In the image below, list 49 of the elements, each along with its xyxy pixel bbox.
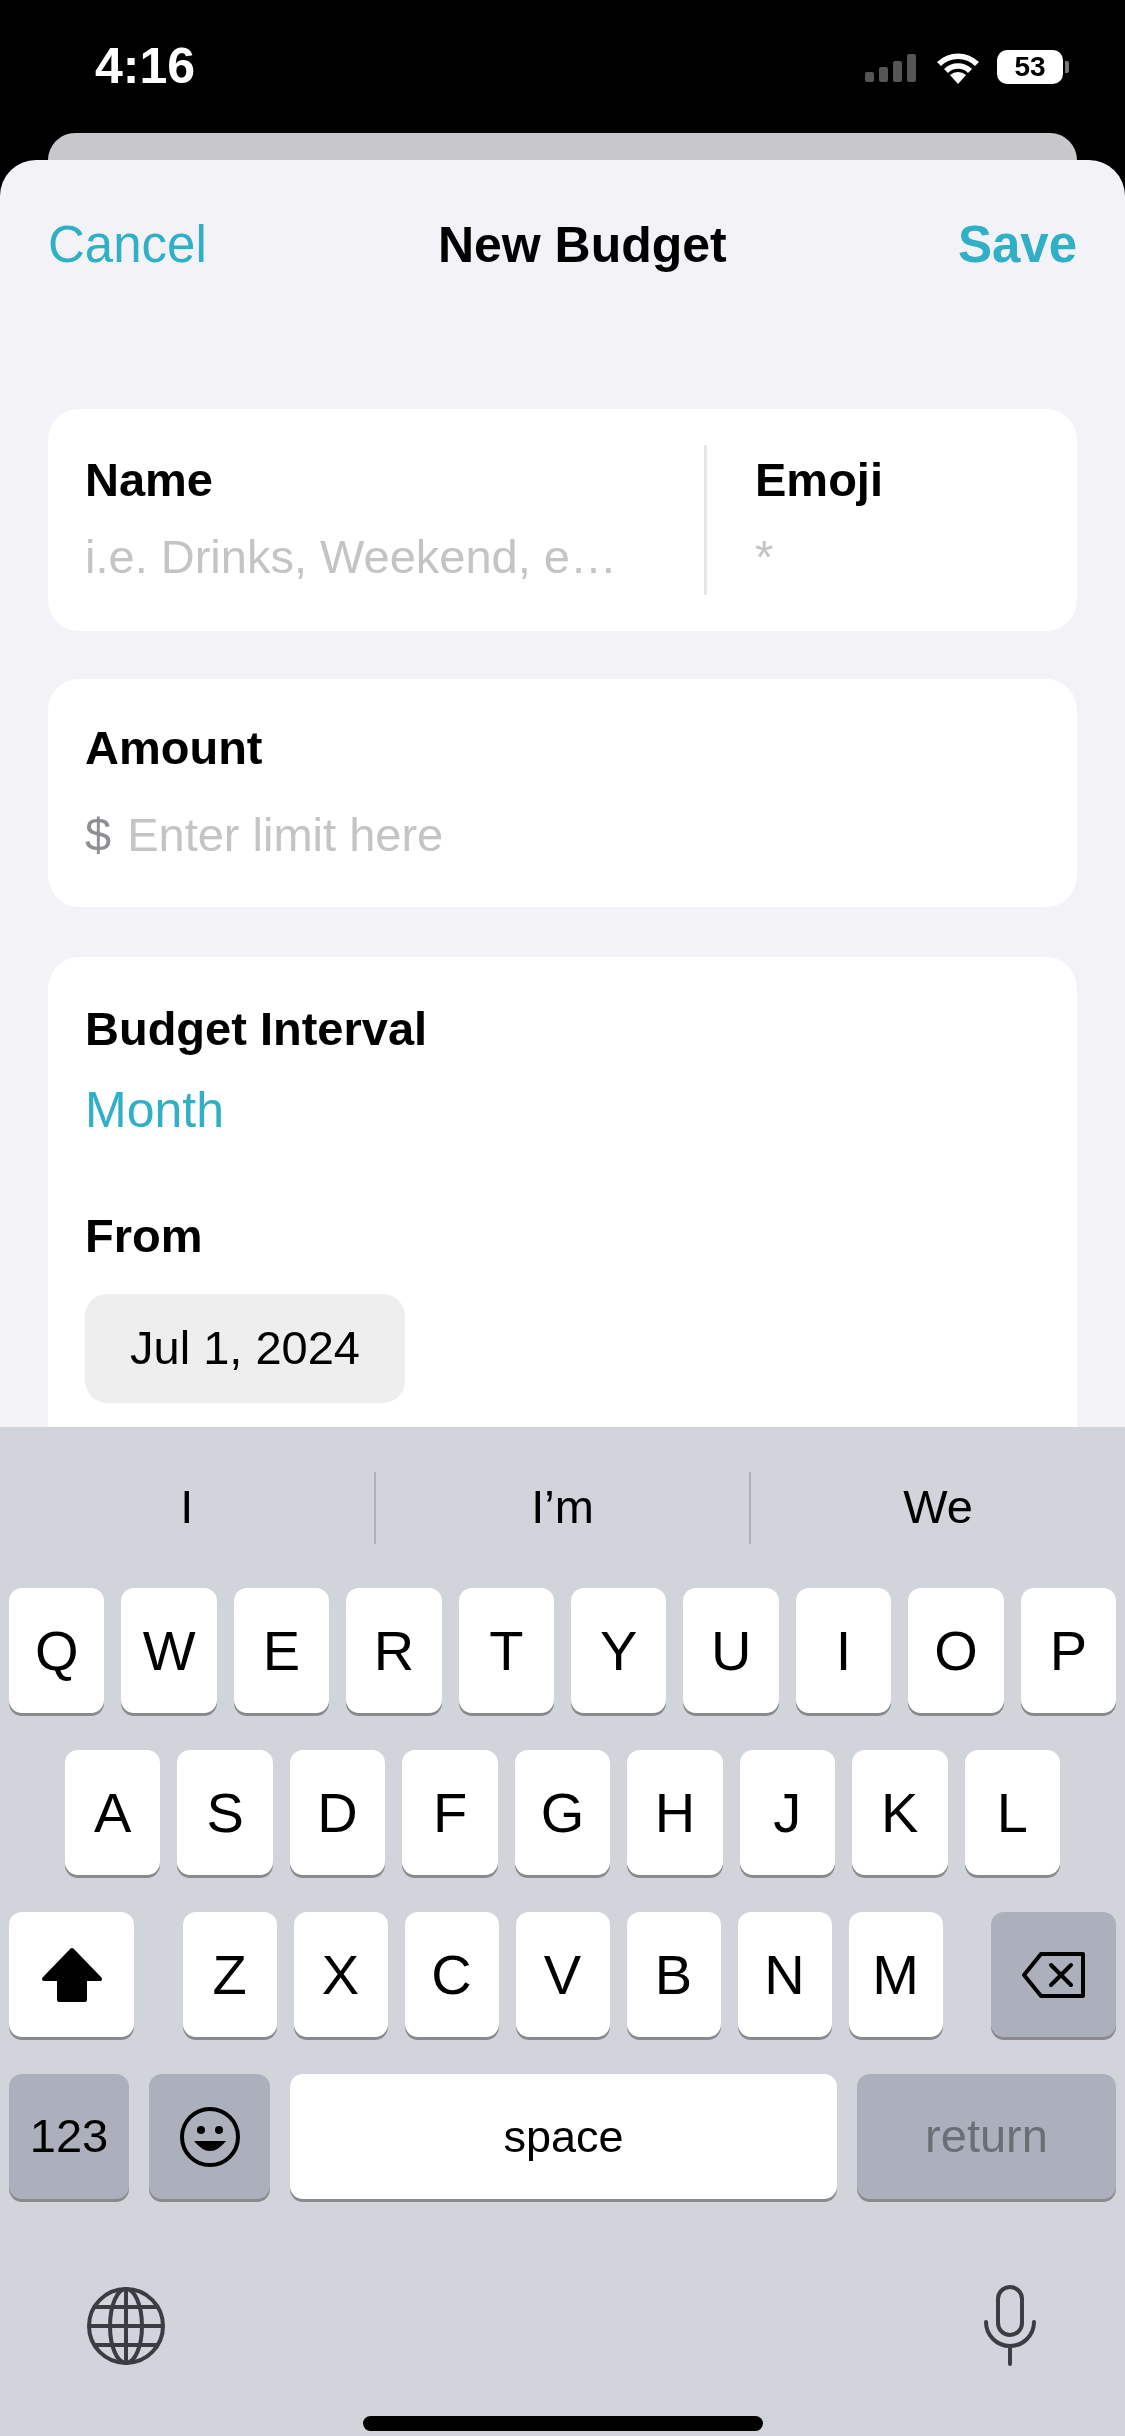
suggestion[interactable]: I’m	[375, 1472, 750, 1543]
sheet-title: New Budget	[437, 215, 727, 275]
key[interactable]: P	[1020, 1588, 1117, 1713]
field-label: Amount	[85, 724, 264, 771]
signal-icon	[865, 51, 919, 82]
field-label: From	[85, 1212, 204, 1259]
numbers-key[interactable]: 123	[9, 2074, 129, 2199]
key[interactable]: G	[514, 1750, 611, 1875]
key[interactable]: C	[404, 1912, 499, 2037]
key[interactable]: M	[848, 1912, 943, 2037]
key[interactable]: S	[177, 1750, 273, 1875]
key[interactable]: I	[795, 1588, 892, 1713]
key[interactable]: Q	[9, 1588, 105, 1713]
name-field[interactable]: i.e. Drinks, Weekend, e…	[85, 529, 645, 584]
key[interactable]: O	[908, 1588, 1004, 1713]
key[interactable]: A	[65, 1750, 161, 1875]
date-button[interactable]: Jul 1, 2024	[85, 1294, 405, 1403]
delete-icon	[1020, 1950, 1087, 1999]
key[interactable]: L	[964, 1750, 1060, 1875]
emoji-field[interactable]: *	[755, 529, 955, 584]
key[interactable]: X	[293, 1912, 388, 2037]
status-time: 4:16	[95, 37, 196, 96]
key[interactable]: J	[739, 1750, 836, 1875]
key[interactable]: U	[683, 1588, 779, 1713]
globe-icon[interactable]	[85, 2285, 167, 2367]
key[interactable]: D	[289, 1750, 386, 1875]
field-label: Name	[85, 456, 214, 503]
emoji-key[interactable]	[149, 2074, 270, 2199]
suggestion[interactable]: We	[751, 1472, 1125, 1543]
emoji-icon	[177, 2104, 242, 2169]
key[interactable]: V	[515, 1912, 610, 2037]
shift-arrow-icon	[40, 1946, 103, 2003]
key[interactable]: E	[233, 1588, 330, 1713]
key[interactable]: H	[627, 1750, 723, 1875]
amount-field[interactable]: Enter limit here	[127, 807, 828, 862]
key[interactable]: B	[626, 1912, 721, 2037]
key[interactable]: Y	[571, 1588, 667, 1713]
space-key[interactable]: space	[290, 2074, 837, 2199]
delete-key[interactable]	[991, 1912, 1116, 2037]
key[interactable]: N	[737, 1912, 832, 2037]
suggestion[interactable]: I	[0, 1472, 374, 1543]
key[interactable]: Z	[182, 1912, 277, 2037]
key[interactable]: F	[402, 1750, 498, 1875]
key[interactable]: R	[346, 1588, 442, 1713]
shift-key[interactable]	[9, 1912, 134, 2037]
key[interactable]: W	[121, 1588, 217, 1713]
key[interactable]: T	[458, 1588, 555, 1713]
key[interactable]: K	[852, 1750, 948, 1875]
currency-symbol: $	[85, 811, 112, 858]
